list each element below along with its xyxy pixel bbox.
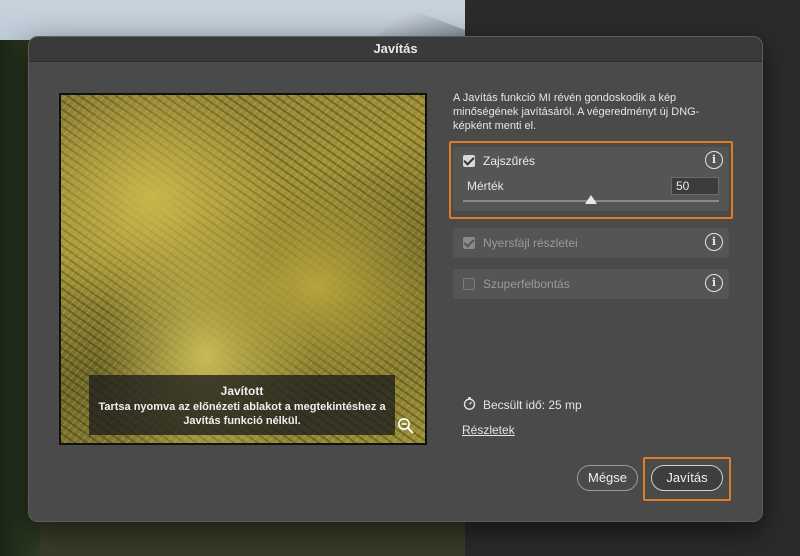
zoom-out-icon[interactable] [397,417,415,435]
raw-details-info-icon[interactable]: i [705,233,723,251]
super-resolution-info-icon[interactable]: i [705,274,723,292]
denoise-label: Zajszűrés [483,154,536,168]
denoise-checkbox[interactable] [463,155,475,167]
super-resolution-checkbox[interactable] [463,278,475,290]
denoise-panel: Zajszűrés i Mérték [453,147,729,211]
estimated-time: Becsült idő: 25 mp [483,398,582,412]
stopwatch-icon [463,397,476,410]
description-area: A Javítás funkció MI révén gondoskodik a… [453,91,731,133]
apply-enhance-button[interactable]: Javítás [651,465,723,491]
preview-caption: Javított Tartsa nyomva az előnézeti abla… [89,375,395,435]
enhance-preview[interactable]: Javított Tartsa nyomva az előnézeti abla… [59,93,427,445]
amount-label: Mérték [467,179,504,193]
raw-details-checkbox[interactable] [463,237,475,249]
dialog-title: Javítás [29,37,762,62]
cancel-button[interactable]: Mégse [577,465,638,491]
amount-input[interactable] [671,177,719,195]
denoise-info-icon[interactable]: i [705,151,723,169]
preview-caption-text: Tartsa nyomva az előnézeti ablakot a meg… [98,401,386,427]
raw-details-panel: Nyersfájl részletei i [453,228,729,258]
enhance-dialog: Javítás Javított Tartsa nyomva az előnéz… [28,36,763,522]
details-link[interactable]: Részletek [462,423,515,437]
amount-slider-thumb[interactable] [585,195,597,204]
super-resolution-panel: Szuperfelbontás i [453,269,729,299]
super-resolution-label: Szuperfelbontás [483,277,570,291]
raw-details-label: Nyersfájl részletei [483,236,578,250]
description-text: A Javítás funkció MI révén gondoskodik a… [453,92,700,132]
preview-caption-title: Javított [220,384,264,398]
